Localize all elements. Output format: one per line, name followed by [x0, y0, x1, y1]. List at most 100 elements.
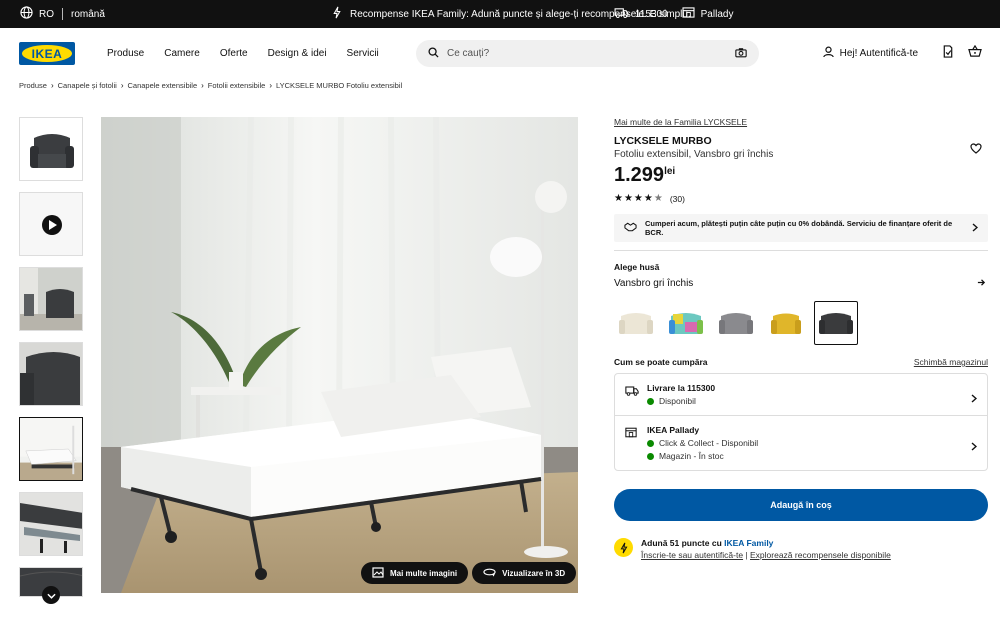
- thumbnail-chair-front[interactable]: [19, 117, 83, 181]
- gallery-icon: [372, 566, 384, 580]
- nav-produse[interactable]: Produse: [107, 48, 144, 59]
- ikea-family-icon: [614, 538, 633, 557]
- top-bar: RO română Recompense IKEA Family: Adună …: [0, 0, 1000, 28]
- breadcrumb-item[interactable]: Canapele și fotolii: [58, 81, 117, 90]
- user-icon: [822, 46, 834, 61]
- swatch-cover[interactable]: [764, 301, 808, 345]
- chevron-right-icon: [971, 390, 978, 408]
- family-link[interactable]: Mai multe de la Familia LYCKSELE: [614, 117, 988, 127]
- thumbnail-list: [19, 117, 83, 608]
- review-count: (30): [669, 193, 685, 204]
- chevron-right-icon: [972, 222, 979, 234]
- camera-icon[interactable]: [735, 47, 747, 61]
- main-nav: Produse Camere Oferte Design & idei Serv…: [107, 28, 399, 78]
- thumbnail-chair-closeup[interactable]: [19, 342, 83, 406]
- how-to-buy: Cum se poate cumpăra Schimbă magazinul: [614, 357, 988, 367]
- login-link[interactable]: Hej! Autentifică-te: [822, 46, 918, 61]
- language-selector[interactable]: RO română: [20, 0, 105, 28]
- handshake-icon: [624, 222, 637, 234]
- points-text: Adună 51 puncte cu: [641, 538, 725, 548]
- price-currency: lei: [664, 166, 676, 177]
- swatch-cover[interactable]: [714, 301, 758, 345]
- add-to-cart-button[interactable]: Adaugă în coș: [614, 489, 988, 521]
- store-title: IKEA Pallady: [647, 425, 700, 435]
- main-product-image[interactable]: [101, 117, 578, 593]
- nav-oferte[interactable]: Oferte: [220, 48, 248, 59]
- cover-value: Vansbro gri închis: [614, 278, 694, 289]
- explore-rewards-link[interactable]: Explorează recompensele disponibile: [750, 550, 891, 560]
- breadcrumb-item[interactable]: Canapele extensibile: [127, 81, 197, 90]
- nav-servicii[interactable]: Servicii: [347, 48, 379, 59]
- heart-icon[interactable]: [970, 141, 982, 159]
- availability-box: Livrare la 115300 Disponibil IKEA Pallad…: [614, 373, 988, 471]
- how-to-buy-label: Cum se poate cumpăra: [614, 357, 708, 367]
- language-label: română: [71, 8, 105, 20]
- ikea-logo[interactable]: IKEA: [19, 42, 75, 65]
- in-store-status: Magazin - În stoc: [659, 451, 724, 461]
- status-dot: [647, 452, 654, 460]
- ikea-family-link[interactable]: IKEA Family: [724, 538, 773, 548]
- link-separator: |: [743, 550, 750, 560]
- chevron-right-icon: ›: [50, 80, 54, 90]
- store-label: Pallady: [700, 8, 734, 20]
- product-description: Fotoliu extensibil, Vansbro gri închis: [614, 149, 774, 160]
- delivery-status: Disponibil: [659, 396, 696, 406]
- thumbnail-room-chair[interactable]: [19, 267, 83, 331]
- breadcrumb-item[interactable]: Produse: [19, 81, 47, 90]
- header: IKEA Produse Camere Oferte Design & idei…: [0, 28, 1000, 78]
- postcode-label: 115300: [635, 8, 668, 20]
- rating[interactable]: ★★★★★ (30): [614, 193, 988, 204]
- store-icon: [625, 425, 637, 442]
- scroll-down-button[interactable]: [42, 586, 60, 604]
- signin-link[interactable]: Înscrie-te sau autentifică-te: [641, 550, 743, 560]
- logo-text: IKEA: [31, 46, 63, 61]
- swatch-cover-selected[interactable]: [814, 301, 858, 345]
- status-dot: [647, 439, 654, 447]
- store-availability[interactable]: IKEA Pallady Click & Collect - Disponibi…: [615, 415, 987, 470]
- cover-swatches: [614, 301, 988, 345]
- store-icon: [682, 7, 695, 21]
- nav-design-idei[interactable]: Design & idei: [268, 48, 327, 59]
- swatch-cover[interactable]: [614, 301, 658, 345]
- product-info: Mai multe de la Familia LYCKSELE LYCKSEL…: [614, 117, 988, 560]
- family-rewards: Adună 51 puncte cu IKEA Family Înscrie-t…: [614, 538, 988, 560]
- change-store-link[interactable]: Schimbă magazinul: [914, 357, 988, 367]
- click-collect-status: Click & Collect - Disponibil: [659, 438, 759, 448]
- search-placeholder: Ce cauți?: [447, 48, 490, 59]
- view-3d-button[interactable]: Vizualizare în 3D: [472, 562, 577, 584]
- delivery-availability[interactable]: Livrare la 115300 Disponibil: [615, 374, 987, 415]
- price-value: 1.299: [614, 164, 665, 186]
- thumbnail-mechanism[interactable]: [19, 492, 83, 556]
- search-icon: [428, 46, 439, 61]
- rewards-icon: [332, 6, 342, 22]
- rotate-3d-icon: [483, 567, 496, 579]
- star-rating-icon: ★★★★★: [614, 193, 664, 204]
- store-selector[interactable]: Pallady: [682, 7, 734, 21]
- search-input[interactable]: Ce cauți?: [416, 40, 759, 67]
- shopping-list-icon[interactable]: [942, 45, 954, 61]
- nav-camere[interactable]: Camere: [164, 48, 200, 59]
- more-images-button[interactable]: Mai multe imagini: [361, 562, 469, 584]
- chevron-right-icon: [971, 438, 978, 456]
- thumbnail-bed-selected[interactable]: [19, 417, 83, 481]
- breadcrumb-item[interactable]: Fotolii extensibile: [208, 81, 266, 90]
- globe-icon: [20, 6, 33, 22]
- product-name: LYCKSELE MURBO: [614, 135, 712, 147]
- chevron-right-icon: ›: [201, 80, 204, 90]
- cover-selector[interactable]: Alege husă Vansbro gri închis: [614, 262, 988, 289]
- status-dot: [647, 397, 654, 405]
- finance-banner[interactable]: Cumperi acum, plătești puțin câte puțin …: [614, 214, 988, 242]
- swatch-cover[interactable]: [664, 301, 708, 345]
- chevron-right-icon: ›: [269, 80, 272, 90]
- arrow-right-icon: [977, 274, 986, 292]
- chevron-down-icon: [46, 586, 56, 604]
- breadcrumb: Produse › Canapele și fotolii › Canapele…: [19, 79, 402, 91]
- price: 1.299 lei: [614, 164, 988, 187]
- cart-icon[interactable]: [968, 44, 982, 61]
- thumbnail-video[interactable]: [19, 192, 83, 256]
- delivery-postcode[interactable]: 115300: [614, 7, 668, 21]
- divider: [614, 250, 988, 251]
- truck-icon: [614, 7, 629, 21]
- breadcrumb-current: LYCKSELE MURBO Fotoliu extensibil: [276, 80, 403, 90]
- cover-label: Alege husă: [614, 262, 660, 272]
